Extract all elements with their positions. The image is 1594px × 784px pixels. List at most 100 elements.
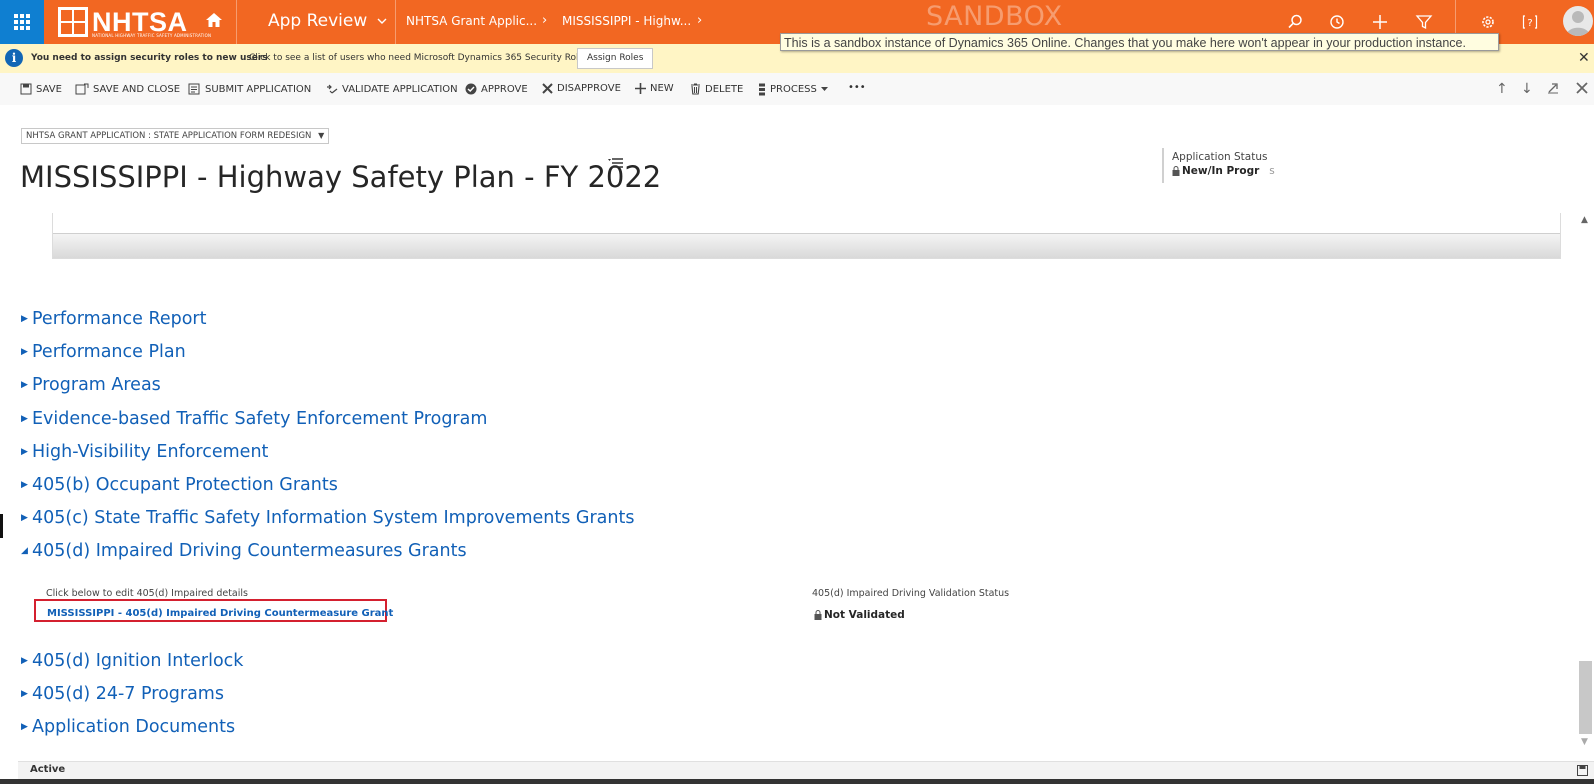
vertical-scrollbar[interactable]: ▲ ▼ xyxy=(1577,213,1594,761)
triangle-right-icon: ▶ xyxy=(21,480,28,490)
user-icon xyxy=(1566,11,1590,36)
delete-button[interactable]: DELETE xyxy=(690,83,743,95)
notification-title: You need to assign security roles to new… xyxy=(31,53,268,63)
command-bar: SAVE SAVE AND CLOSE SUBMIT APPLICATION V… xyxy=(0,73,1594,105)
section-label: 405(b) Occupant Protection Grants xyxy=(32,475,338,495)
assign-roles-button[interactable]: Assign Roles xyxy=(577,48,654,69)
status-footer: Active xyxy=(18,761,1594,779)
list-menu-icon[interactable] xyxy=(608,158,624,168)
section-label: 405(d) Ignition Interlock xyxy=(32,651,244,671)
nhtsa-logo[interactable]: NHTSA NATIONAL HIGHWAY TRAFFIC SAFETY AD… xyxy=(58,6,211,38)
filter-icon[interactable] xyxy=(1414,12,1434,32)
user-avatar[interactable] xyxy=(1563,6,1593,36)
save-and-close-button[interactable]: SAVE AND CLOSE xyxy=(75,83,180,95)
section-label: 405(d) 24-7 Programs xyxy=(32,684,224,704)
section-405b-occupant-protection[interactable]: ▶ 405(b) Occupant Protection Grants xyxy=(21,475,338,495)
more-commands-label: ••• xyxy=(848,82,866,93)
gear-icon[interactable] xyxy=(1478,12,1498,32)
triangle-right-icon: ▶ xyxy=(21,656,28,666)
section-evidence-based-enforcement[interactable]: ▶ Evidence-based Traffic Safety Enforcem… xyxy=(21,409,487,429)
header-status-field: Application Status New/In Progr s xyxy=(1162,148,1275,183)
svg-text:?: ? xyxy=(1527,18,1532,29)
app-switcher[interactable]: App Review xyxy=(268,11,387,31)
section-application-documents[interactable]: ▶ Application Documents xyxy=(21,717,235,737)
home-icon[interactable] xyxy=(204,10,224,30)
section-performance-plan[interactable]: ▶ Performance Plan xyxy=(21,342,186,362)
submit-icon xyxy=(188,83,200,95)
check-circle-icon xyxy=(465,83,477,95)
validate-application-button[interactable]: VALIDATE APPLICATION xyxy=(326,83,458,95)
popout-icon[interactable] xyxy=(1547,82,1559,94)
notification-message[interactable]: Click to see a list of users who need Mi… xyxy=(249,53,592,63)
plus-icon xyxy=(635,83,646,94)
subgrid-container xyxy=(52,213,1561,259)
new-label: NEW xyxy=(650,83,674,94)
scroll-thumb[interactable] xyxy=(1579,661,1592,734)
section-label: Program Areas xyxy=(32,375,161,395)
save-button[interactable]: SAVE xyxy=(20,83,62,95)
process-label: PROCESS xyxy=(770,84,817,95)
scroll-up-arrow-icon[interactable]: ▲ xyxy=(1581,215,1588,225)
scroll-down-arrow-icon[interactable]: ▼ xyxy=(1581,737,1588,747)
application-status-text-tail: s xyxy=(1269,165,1275,177)
application-status-value: New/In Progr s xyxy=(1172,165,1275,177)
lock-icon xyxy=(814,610,822,620)
search-icon[interactable] xyxy=(1285,12,1305,32)
page-title: MISSISSIPPI - Highway Safety Plan - FY 2… xyxy=(20,160,662,195)
help-icon[interactable]: ? xyxy=(1520,12,1540,32)
section-label: High-Visibility Enforcement xyxy=(32,442,269,462)
breadcrumb-record[interactable]: MISSISSIPPI - Highw... xyxy=(562,14,691,28)
nav-separator xyxy=(236,0,237,44)
disapprove-label: DISAPPROVE xyxy=(557,83,621,94)
triangle-right-icon: ▶ xyxy=(21,314,28,324)
breadcrumb-chevron-icon: › xyxy=(697,13,703,28)
section-405d-ignition-interlock[interactable]: ▶ 405(d) Ignition Interlock xyxy=(21,651,243,671)
approve-button[interactable]: APPROVE xyxy=(465,83,528,95)
logo-subtitle: NATIONAL HIGHWAY TRAFFIC SAFETY ADMINIST… xyxy=(92,33,212,38)
submit-application-button[interactable]: SUBMIT APPLICATION xyxy=(188,83,311,95)
sandbox-watermark: SANDBOX xyxy=(926,1,1063,32)
close-form-icon[interactable] xyxy=(1576,82,1588,94)
more-commands-button[interactable]: ••• xyxy=(848,82,866,93)
close-icon[interactable]: ✕ xyxy=(1578,50,1590,66)
application-status-label: Application Status xyxy=(1172,151,1268,163)
section-program-areas[interactable]: ▶ Program Areas xyxy=(21,375,161,395)
section-performance-report[interactable]: ▶ Performance Report xyxy=(21,309,206,329)
app-name: App Review xyxy=(268,11,368,31)
lock-icon xyxy=(1172,166,1180,176)
section-label: Application Documents xyxy=(32,717,236,737)
chevron-down-icon xyxy=(377,18,387,24)
impaired-validation-status-value: Not Validated xyxy=(814,609,905,621)
validate-icon xyxy=(327,84,338,94)
section-label: Performance Report xyxy=(32,309,207,329)
section-high-visibility-enforcement[interactable]: ▶ High-Visibility Enforcement xyxy=(21,442,268,462)
section-405d-24-7-programs[interactable]: ▶ 405(d) 24-7 Programs xyxy=(21,684,224,704)
impaired-grant-lookup-link[interactable]: MISSISSIPPI - 405(d) Impaired Driving Co… xyxy=(47,608,393,619)
save-icon xyxy=(20,83,32,95)
plus-icon[interactable] xyxy=(1370,12,1390,32)
triangle-right-icon: ▶ xyxy=(21,347,28,357)
save-close-icon xyxy=(75,83,89,95)
caret-down-icon: ▼ xyxy=(318,131,325,140)
section-label: 405(c) State Traffic Safety Information … xyxy=(32,508,635,528)
record-status: Active xyxy=(30,764,66,775)
triangle-right-icon: ▶ xyxy=(21,689,28,699)
history-icon[interactable] xyxy=(1327,12,1347,32)
caret-down-icon xyxy=(820,87,828,91)
waffle-icon xyxy=(14,14,30,30)
form-selector[interactable]: NHTSA GRANT APPLICATION : STATE APPLICAT… xyxy=(21,128,330,144)
arrow-up-icon[interactable]: ↑ xyxy=(1496,81,1508,97)
section-405d-impaired-driving[interactable]: ◢ 405(d) Impaired Driving Countermeasure… xyxy=(21,541,467,561)
section-label: Evidence-based Traffic Safety Enforcemen… xyxy=(32,409,488,429)
app-launcher-button[interactable] xyxy=(0,0,44,44)
logo-badge-icon xyxy=(58,7,88,37)
save-icon[interactable] xyxy=(1577,765,1588,776)
subgrid-footer xyxy=(53,233,1560,258)
new-button[interactable]: NEW xyxy=(635,83,674,94)
triangle-right-icon: ▶ xyxy=(21,380,28,390)
breadcrumb-entity[interactable]: NHTSA Grant Applic... xyxy=(406,14,537,28)
disapprove-button[interactable]: DISAPPROVE xyxy=(542,83,621,94)
arrow-down-icon[interactable]: ↓ xyxy=(1521,81,1533,97)
process-button[interactable]: PROCESS xyxy=(758,83,828,96)
section-405c-traffic-safety-info[interactable]: ▶ 405(c) State Traffic Safety Informatio… xyxy=(21,508,634,528)
